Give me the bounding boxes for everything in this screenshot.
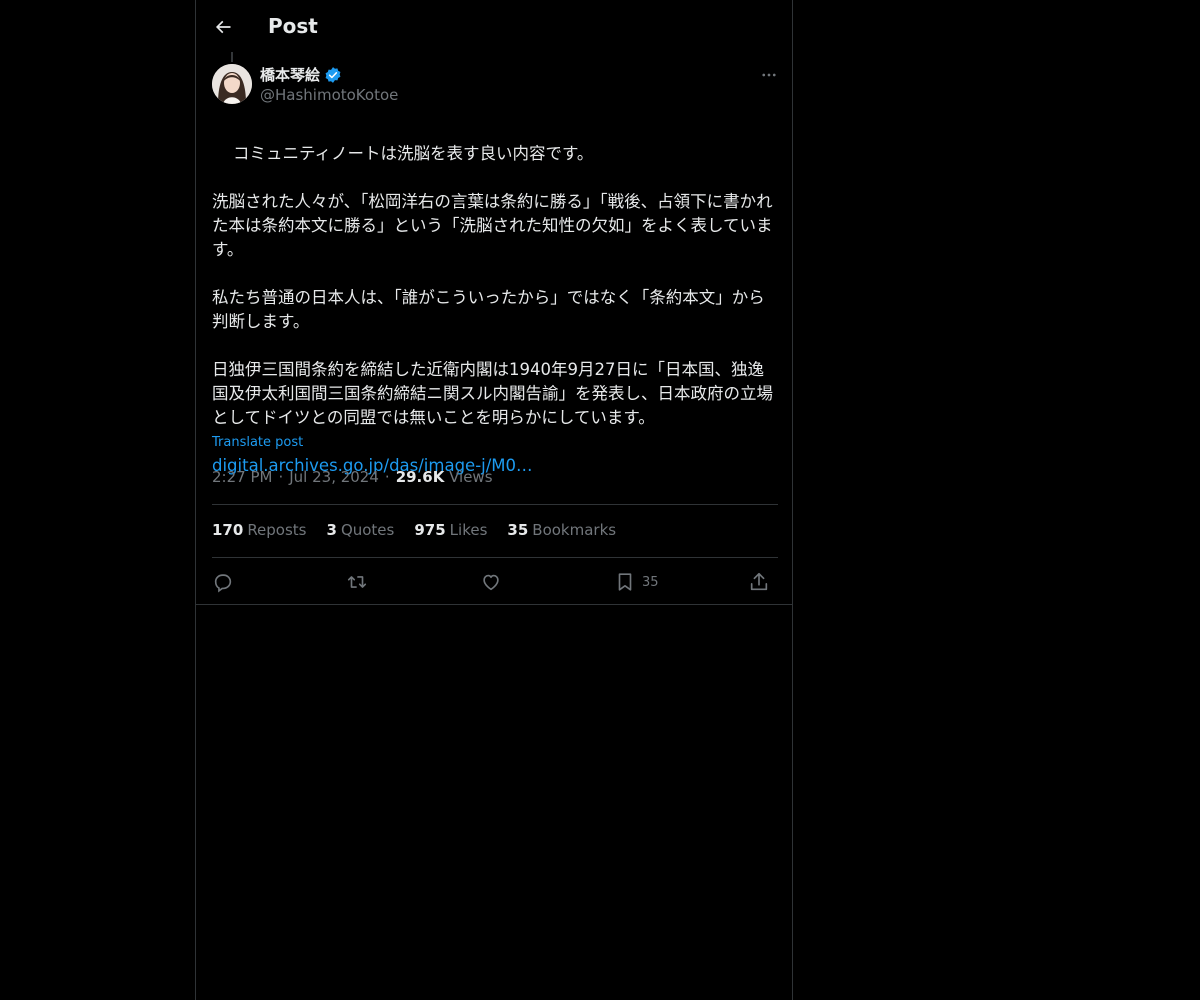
post-meta: 2:27 PM · Jul 23, 2024 · 29.6K Views <box>212 468 493 486</box>
bookmarks-stat[interactable]: 35 Bookmarks <box>507 521 616 539</box>
views-count: 29.6K <box>395 468 445 486</box>
action-bar: 35 <box>212 566 778 598</box>
divider <box>212 557 778 558</box>
avatar[interactable] <box>212 64 252 104</box>
author-display-name[interactable]: 橋本琴絵 <box>260 64 320 85</box>
arrow-left-icon <box>213 17 233 37</box>
post-time[interactable]: 2:27 PM <box>212 468 272 486</box>
share-button[interactable] <box>748 566 770 598</box>
repost-button[interactable] <box>346 566 368 598</box>
meta-separator: · <box>384 468 390 486</box>
divider <box>212 504 778 505</box>
back-button[interactable] <box>208 12 238 42</box>
author-handle[interactable]: @HashimotoKotoe <box>260 86 398 104</box>
views-label: Views <box>449 468 493 486</box>
post-text: コミュニティノートは洗脳を表す良い内容です。 洗脳された人々が、「松岡洋右の言葉… <box>212 144 773 427</box>
bookmark-icon <box>614 571 636 593</box>
more-options-button[interactable] <box>756 62 782 88</box>
author-name-row: 橋本琴絵 <box>260 64 342 85</box>
reply-button[interactable] <box>212 566 234 598</box>
post-date[interactable]: Jul 23, 2024 <box>289 468 379 486</box>
bookmark-count: 35 <box>642 574 659 590</box>
post-detail-column: Post 橋本琴絵 @HashimotoKotoe コミュニティノートは洗脳を表… <box>195 0 793 1000</box>
like-button[interactable] <box>480 566 502 598</box>
reply-icon <box>212 571 234 593</box>
heart-icon <box>480 571 502 593</box>
verified-badge-icon[interactable] <box>324 66 342 84</box>
translate-post-button[interactable]: Translate post <box>212 435 303 450</box>
meta-separator: · <box>278 468 284 486</box>
likes-stat[interactable]: 975 Likes <box>414 521 487 539</box>
share-icon <box>748 571 770 593</box>
reposts-stat[interactable]: 170 Reposts <box>212 521 307 539</box>
repost-icon <box>346 571 368 593</box>
engagement-stats: 170 Reposts 3 Quotes 975 Likes 35 Bookmarks <box>212 521 616 539</box>
page-title: Post <box>268 14 318 38</box>
quotes-stat[interactable]: 3 Quotes <box>327 521 395 539</box>
thread-connector-line <box>231 52 233 62</box>
more-horizontal-icon <box>760 66 778 84</box>
post-bottom-border <box>196 604 792 605</box>
post-content: コミュニティノートは洗脳を表す良い内容です。 洗脳された人々が、「松岡洋右の言葉… <box>212 118 778 526</box>
bookmark-button[interactable]: 35 <box>614 566 659 598</box>
page-header: Post <box>196 0 794 53</box>
